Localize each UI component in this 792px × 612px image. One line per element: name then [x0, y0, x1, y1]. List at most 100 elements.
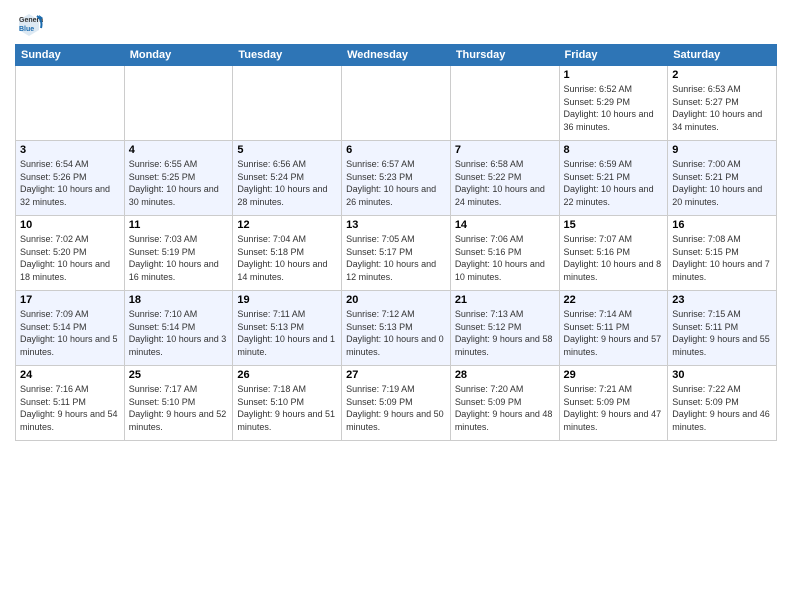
day-info: Sunrise: 7:19 AM Sunset: 5:09 PM Dayligh…	[346, 383, 446, 433]
day-info: Sunrise: 7:15 AM Sunset: 5:11 PM Dayligh…	[672, 308, 772, 358]
day-info: Sunrise: 7:05 AM Sunset: 5:17 PM Dayligh…	[346, 233, 446, 283]
day-info: Sunrise: 7:18 AM Sunset: 5:10 PM Dayligh…	[237, 383, 337, 433]
day-number: 7	[455, 144, 555, 156]
calendar-cell: 19 Sunrise: 7:11 AM Sunset: 5:13 PM Dayli…	[233, 291, 342, 366]
calendar-cell: 21 Sunrise: 7:13 AM Sunset: 5:12 PM Dayli…	[450, 291, 559, 366]
day-number: 21	[455, 294, 555, 306]
day-number: 15	[564, 219, 664, 231]
svg-text:Blue: Blue	[19, 26, 34, 33]
calendar-cell: 29 Sunrise: 7:21 AM Sunset: 5:09 PM Dayli…	[559, 366, 668, 441]
calendar-week: 17 Sunrise: 7:09 AM Sunset: 5:14 PM Dayli…	[16, 291, 777, 366]
day-number: 24	[20, 369, 120, 381]
day-info: Sunrise: 7:13 AM Sunset: 5:12 PM Dayligh…	[455, 308, 555, 358]
day-number: 8	[564, 144, 664, 156]
calendar-cell: 15 Sunrise: 7:07 AM Sunset: 5:16 PM Dayli…	[559, 216, 668, 291]
day-info: Sunrise: 7:00 AM Sunset: 5:21 PM Dayligh…	[672, 158, 772, 208]
day-info: Sunrise: 7:04 AM Sunset: 5:18 PM Dayligh…	[237, 233, 337, 283]
day-info: Sunrise: 7:07 AM Sunset: 5:16 PM Dayligh…	[564, 233, 664, 283]
calendar-cell: 23 Sunrise: 7:15 AM Sunset: 5:11 PM Dayli…	[668, 291, 777, 366]
day-number: 3	[20, 144, 120, 156]
day-number: 26	[237, 369, 337, 381]
day-info: Sunrise: 7:11 AM Sunset: 5:13 PM Dayligh…	[237, 308, 337, 358]
calendar-week: 24 Sunrise: 7:16 AM Sunset: 5:11 PM Dayli…	[16, 366, 777, 441]
day-number: 23	[672, 294, 772, 306]
day-number: 30	[672, 369, 772, 381]
day-info: Sunrise: 7:02 AM Sunset: 5:20 PM Dayligh…	[20, 233, 120, 283]
weekday-header: Thursday	[450, 45, 559, 66]
day-number: 14	[455, 219, 555, 231]
calendar-cell: 8Sunrise: 6:59 AM Sunset: 5:21 PM Daylig…	[559, 141, 668, 216]
day-number: 25	[129, 369, 229, 381]
calendar-cell: 18 Sunrise: 7:10 AM Sunset: 5:14 PM Dayli…	[124, 291, 233, 366]
day-number: 16	[672, 219, 772, 231]
weekday-header: Sunday	[16, 45, 125, 66]
calendar-cell: 20 Sunrise: 7:12 AM Sunset: 5:13 PM Dayli…	[342, 291, 451, 366]
calendar-cell: 7 Sunrise: 6:58 AM Sunset: 5:22 PM Daylig…	[450, 141, 559, 216]
calendar-cell: 26 Sunrise: 7:18 AM Sunset: 5:10 PM Dayli…	[233, 366, 342, 441]
day-info: Sunrise: 6:58 AM Sunset: 5:22 PM Dayligh…	[455, 158, 555, 208]
day-info: Sunrise: 7:17 AM Sunset: 5:10 PM Dayligh…	[129, 383, 229, 433]
calendar-cell	[16, 66, 125, 141]
calendar-cell: 13 Sunrise: 7:05 AM Sunset: 5:17 PM Dayli…	[342, 216, 451, 291]
day-number: 10	[20, 219, 120, 231]
day-info: Sunrise: 7:06 AM Sunset: 5:16 PM Dayligh…	[455, 233, 555, 283]
day-info: Sunrise: 7:12 AM Sunset: 5:13 PM Dayligh…	[346, 308, 446, 358]
day-info: Sunrise: 6:52 AM Sunset: 5:29 PM Dayligh…	[564, 83, 664, 133]
day-info: Sunrise: 6:54 AM Sunset: 5:26 PM Dayligh…	[20, 158, 120, 208]
calendar-cell: 14 Sunrise: 7:06 AM Sunset: 5:16 PM Dayli…	[450, 216, 559, 291]
calendar-cell: 5 Sunrise: 6:56 AM Sunset: 5:24 PM Daylig…	[233, 141, 342, 216]
calendar-cell: 10 Sunrise: 7:02 AM Sunset: 5:20 PM Dayli…	[16, 216, 125, 291]
calendar-week: 3 Sunrise: 6:54 AM Sunset: 5:26 PM Daylig…	[16, 141, 777, 216]
calendar-cell: 4Sunrise: 6:55 AM Sunset: 5:25 PM Daylig…	[124, 141, 233, 216]
calendar-week: 10 Sunrise: 7:02 AM Sunset: 5:20 PM Dayli…	[16, 216, 777, 291]
day-number: 6	[346, 144, 446, 156]
calendar-cell: 17 Sunrise: 7:09 AM Sunset: 5:14 PM Dayli…	[16, 291, 125, 366]
logo: General Blue	[15, 10, 47, 38]
day-number: 20	[346, 294, 446, 306]
weekday-header: Saturday	[668, 45, 777, 66]
calendar-cell	[124, 66, 233, 141]
calendar-cell: 30 Sunrise: 7:22 AM Sunset: 5:09 PM Dayli…	[668, 366, 777, 441]
day-number: 2	[672, 69, 772, 81]
page: General Blue SundayMondayTuesdayWednesda…	[0, 0, 792, 612]
day-info: Sunrise: 6:57 AM Sunset: 5:23 PM Dayligh…	[346, 158, 446, 208]
calendar-cell	[450, 66, 559, 141]
day-number: 18	[129, 294, 229, 306]
day-info: Sunrise: 7:14 AM Sunset: 5:11 PM Dayligh…	[564, 308, 664, 358]
day-info: Sunrise: 7:16 AM Sunset: 5:11 PM Dayligh…	[20, 383, 120, 433]
day-number: 19	[237, 294, 337, 306]
weekday-header: Wednesday	[342, 45, 451, 66]
day-number: 28	[455, 369, 555, 381]
calendar-week: 1 Sunrise: 6:52 AM Sunset: 5:29 PM Daylig…	[16, 66, 777, 141]
day-info: Sunrise: 7:10 AM Sunset: 5:14 PM Dayligh…	[129, 308, 229, 358]
calendar-cell: 24 Sunrise: 7:16 AM Sunset: 5:11 PM Dayli…	[16, 366, 125, 441]
day-number: 5	[237, 144, 337, 156]
weekday-header: Tuesday	[233, 45, 342, 66]
day-info: Sunrise: 6:53 AM Sunset: 5:27 PM Dayligh…	[672, 83, 772, 133]
day-info: Sunrise: 7:09 AM Sunset: 5:14 PM Dayligh…	[20, 308, 120, 358]
header: General Blue	[15, 10, 777, 38]
day-info: Sunrise: 6:56 AM Sunset: 5:24 PM Dayligh…	[237, 158, 337, 208]
day-info: Sunrise: 6:55 AM Sunset: 5:25 PM Dayligh…	[129, 158, 229, 208]
day-info: Sunrise: 7:21 AM Sunset: 5:09 PM Dayligh…	[564, 383, 664, 433]
day-number: 13	[346, 219, 446, 231]
calendar-cell: 3 Sunrise: 6:54 AM Sunset: 5:26 PM Daylig…	[16, 141, 125, 216]
day-number: 9	[672, 144, 772, 156]
day-info: Sunrise: 7:03 AM Sunset: 5:19 PM Dayligh…	[129, 233, 229, 283]
day-number: 1	[564, 69, 664, 81]
calendar-cell: 25 Sunrise: 7:17 AM Sunset: 5:10 PM Dayli…	[124, 366, 233, 441]
day-info: Sunrise: 7:22 AM Sunset: 5:09 PM Dayligh…	[672, 383, 772, 433]
calendar-cell: 6 Sunrise: 6:57 AM Sunset: 5:23 PM Daylig…	[342, 141, 451, 216]
day-number: 22	[564, 294, 664, 306]
day-number: 17	[20, 294, 120, 306]
day-info: Sunrise: 7:20 AM Sunset: 5:09 PM Dayligh…	[455, 383, 555, 433]
calendar: SundayMondayTuesdayWednesdayThursdayFrid…	[15, 44, 777, 441]
logo-icon: General Blue	[15, 10, 43, 38]
weekday-header: Friday	[559, 45, 668, 66]
day-number: 12	[237, 219, 337, 231]
calendar-cell: 12 Sunrise: 7:04 AM Sunset: 5:18 PM Dayli…	[233, 216, 342, 291]
day-number: 29	[564, 369, 664, 381]
day-number: 11	[129, 219, 229, 231]
calendar-cell: 9 Sunrise: 7:00 AM Sunset: 5:21 PM Daylig…	[668, 141, 777, 216]
header-row: SundayMondayTuesdayWednesdayThursdayFrid…	[16, 45, 777, 66]
